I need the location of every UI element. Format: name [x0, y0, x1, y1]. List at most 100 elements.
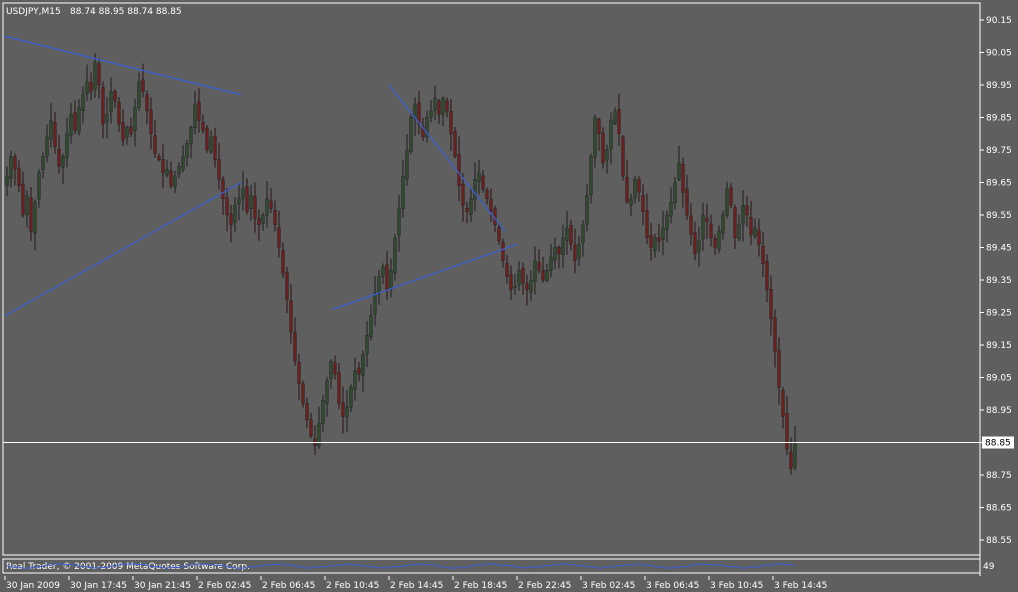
candle-bull — [653, 237, 657, 251]
candle-bull — [793, 442, 797, 468]
y-tick-label: 89.85 — [986, 114, 1012, 124]
candle-bear — [525, 283, 529, 290]
candle-bull — [409, 117, 413, 152]
candle-bull — [669, 201, 673, 217]
candle-bull — [629, 198, 633, 206]
candle-bear — [145, 94, 149, 112]
candle-bull — [513, 286, 517, 288]
candle-bull — [397, 208, 401, 236]
candle-bull — [69, 114, 73, 136]
y-tick-label: 89.45 — [986, 244, 1012, 254]
y-tick-label: 88.95 — [986, 406, 1012, 416]
candle-bull — [577, 244, 581, 259]
candle-bull — [233, 205, 237, 223]
candle-bull — [329, 361, 333, 379]
candle-bear — [269, 200, 273, 209]
candle-bear — [569, 225, 573, 245]
candle-bear — [213, 136, 217, 160]
candle-bull — [61, 156, 65, 168]
candle-bull — [717, 231, 721, 250]
candle-bull — [9, 156, 13, 179]
x-tick-label: 2 Feb 22:45 — [518, 581, 571, 591]
x-tick-label: 3 Feb 06:45 — [646, 581, 699, 591]
candle-bear — [309, 419, 313, 437]
candle-bear — [785, 413, 789, 450]
candle-bear — [53, 122, 57, 147]
candle-bull — [345, 406, 349, 418]
candle-bear — [745, 205, 749, 216]
candle-bull — [165, 169, 169, 176]
candle-bear — [649, 235, 653, 248]
y-tick-label: 89.35 — [986, 276, 1012, 286]
candle-bull — [181, 156, 185, 170]
y-tick-label: 89.65 — [986, 179, 1012, 189]
candle-bear — [597, 118, 601, 134]
candle-bear — [505, 262, 509, 277]
candle-bull — [109, 91, 113, 113]
candle-bear — [253, 196, 257, 219]
candle-bull — [469, 198, 473, 215]
candle-bull — [81, 94, 85, 111]
candle-bear — [465, 208, 469, 212]
candle-bull — [369, 315, 373, 337]
candle-bull — [605, 149, 609, 161]
candle-bull — [473, 179, 477, 201]
candle-bear — [217, 159, 221, 180]
candle-bull — [545, 270, 549, 281]
x-tick-label: 3 Feb 14:45 — [774, 581, 827, 591]
candle-bull — [265, 198, 269, 216]
candle-bear — [437, 100, 441, 115]
candle-bear — [341, 402, 345, 417]
candle-bull — [349, 387, 353, 408]
current-price-label: 88.85 — [985, 439, 1011, 449]
y-tick-label: 89.95 — [986, 81, 1012, 91]
candle-bear — [101, 87, 105, 125]
chart-background — [0, 0, 1018, 592]
candle-bear — [153, 135, 157, 154]
candle-bear — [461, 183, 465, 206]
candle-bull — [477, 172, 481, 182]
candle-bull — [325, 380, 329, 404]
candle-bear — [129, 126, 133, 134]
candle-bear — [657, 237, 661, 242]
price-chart[interactable]: 90.15 90.05 89.95 89.85 89.75 89.65 89.55 89.45… — [0, 0, 1018, 592]
y-tick-label: 89.55 — [986, 211, 1012, 221]
indicator-value-label: 49 — [983, 562, 995, 572]
candle-bull — [377, 276, 381, 295]
x-tick-label: 3 Feb 10:45 — [710, 581, 763, 591]
candle-bear — [637, 179, 641, 193]
candle-bear — [709, 223, 713, 238]
candle-bull — [381, 266, 385, 277]
candle-bull — [405, 149, 409, 179]
candle-bear — [337, 372, 341, 404]
candle-bear — [297, 362, 301, 385]
candle-bear — [713, 238, 717, 248]
candle-bear — [113, 90, 117, 102]
candle-bear — [273, 210, 277, 225]
candle-bull — [177, 166, 181, 175]
candle-bull — [41, 156, 45, 170]
candle-bull — [585, 195, 589, 225]
candle-bear — [497, 227, 501, 242]
candle-bull — [753, 227, 757, 237]
candle-bear — [777, 349, 781, 388]
candle-bull — [193, 104, 197, 128]
y-tick-label: 90.15 — [986, 16, 1012, 26]
candle-bear — [573, 244, 577, 261]
candle-bear — [625, 177, 629, 203]
candle-bear — [169, 170, 173, 186]
x-tick-label: 3 Feb 02:45 — [582, 581, 635, 591]
y-tick-label: 89.75 — [986, 146, 1012, 156]
candle-bear — [645, 210, 649, 238]
candle-bear — [485, 189, 489, 199]
candle-bear — [121, 122, 125, 141]
candle-bear — [289, 300, 293, 333]
candle-bear — [277, 227, 281, 248]
candle-bull — [673, 182, 677, 203]
y-tick-label: 89.05 — [986, 374, 1012, 384]
candle-bull — [721, 214, 725, 234]
candle-bear — [641, 195, 645, 212]
candle-bear — [201, 122, 205, 131]
candle-bull — [581, 224, 585, 243]
candle-bull — [661, 227, 665, 240]
